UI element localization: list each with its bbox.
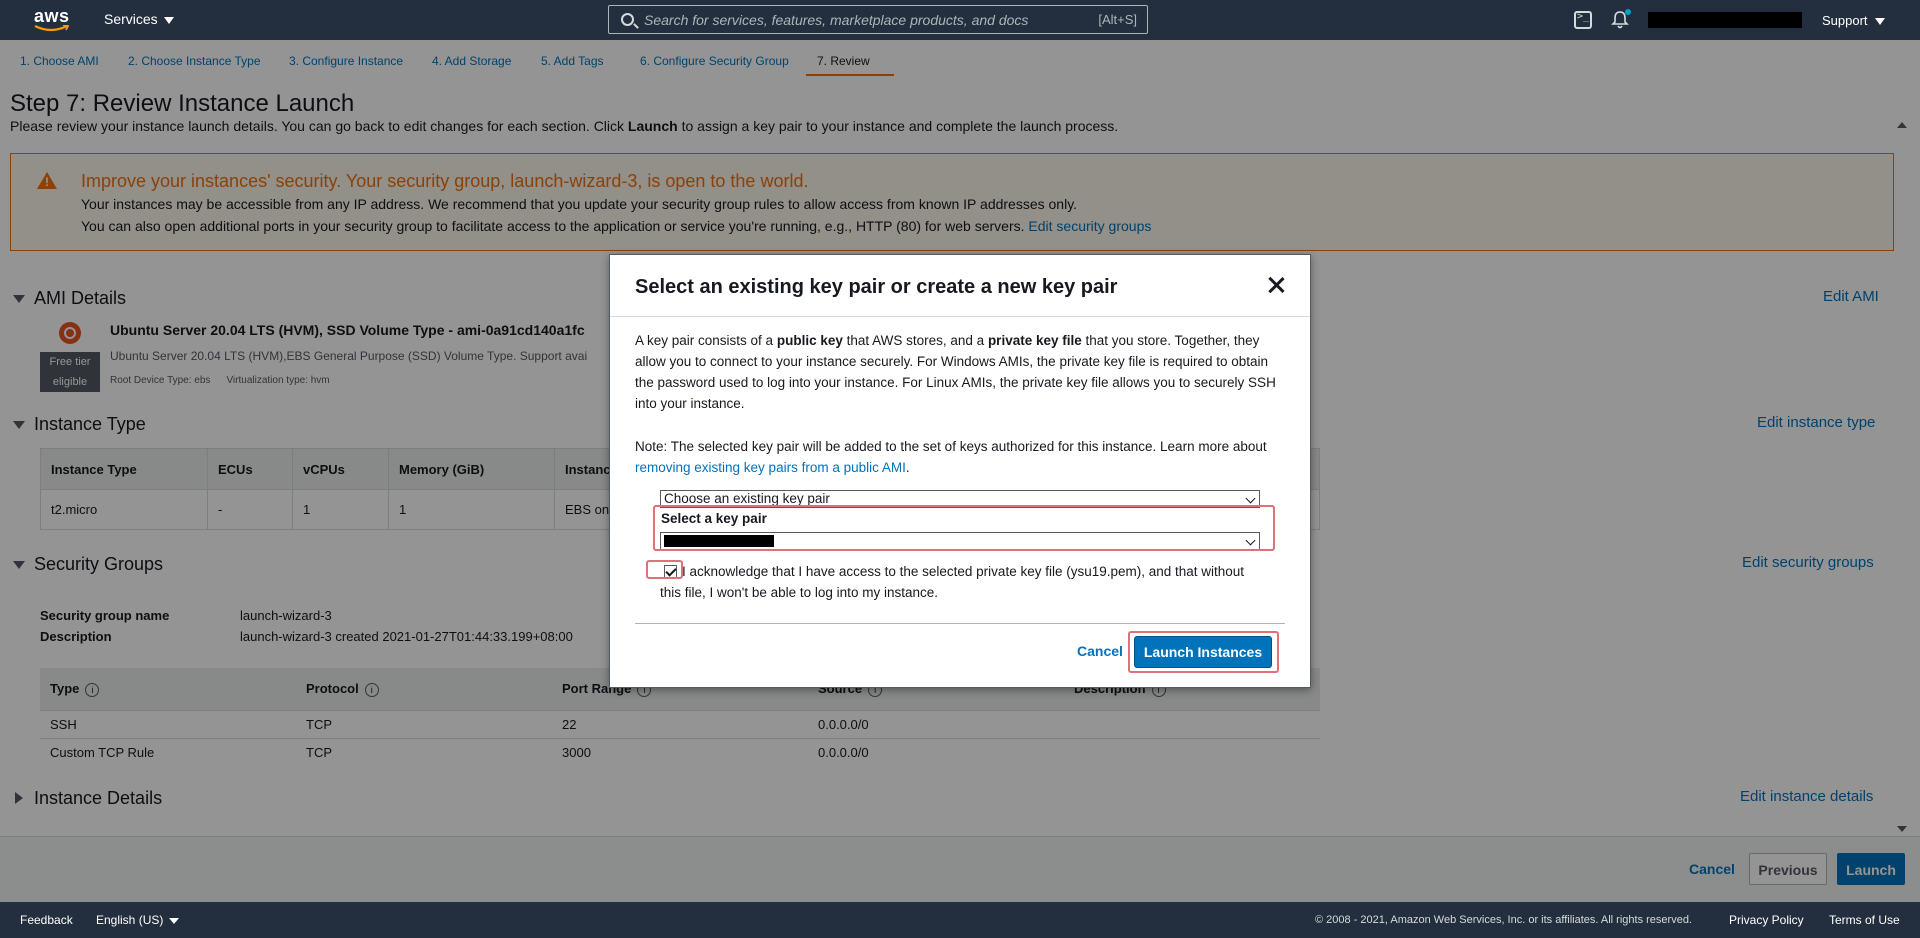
- caret-down-icon: [1874, 18, 1885, 26]
- copyright: © 2008 - 2021, Amazon Web Services, Inc.…: [1315, 914, 1692, 926]
- language-label: English (US): [96, 913, 164, 927]
- aws-smile-icon: [34, 25, 70, 32]
- aws-logo-text: aws: [34, 6, 70, 26]
- note-end: .: [905, 460, 910, 475]
- dialog-divider: [635, 623, 1285, 624]
- explanation-text: A key pair consists of a: [635, 333, 777, 348]
- chevron-down-icon: [1245, 493, 1256, 504]
- acknowledge-text: I acknowledge that I have access to the …: [660, 564, 1245, 600]
- dialog-header: Select an existing key pair or create a …: [610, 255, 1310, 317]
- support-label: Support: [1822, 13, 1868, 28]
- dialog-cancel-button[interactable]: Cancel: [1077, 643, 1123, 659]
- footer: Feedback English (US) © 2008 - 2021, Ama…: [0, 902, 1920, 938]
- search-icon: [621, 13, 634, 26]
- key-pair-option-value: Choose an existing key pair: [664, 491, 830, 506]
- account-menu[interactable]: [1648, 12, 1802, 28]
- privacy-policy-link[interactable]: Privacy Policy: [1729, 913, 1804, 927]
- close-icon[interactable]: [1266, 275, 1286, 295]
- language-selector[interactable]: English (US): [96, 913, 180, 927]
- search-bar[interactable]: Search for services, features, marketpla…: [608, 5, 1148, 34]
- cloudshell-icon[interactable]: [1574, 11, 1592, 29]
- services-menu[interactable]: Services: [104, 11, 174, 27]
- search-placeholder: Search for services, features, marketpla…: [644, 12, 1029, 28]
- search-shortcut: [Alt+S]: [1098, 12, 1137, 27]
- removing-key-pairs-link[interactable]: removing existing key pairs from a publi…: [635, 460, 906, 475]
- highlight-key-pair-select: [653, 505, 1275, 551]
- dialog-title: Select an existing key pair or create a …: [635, 276, 1118, 298]
- explanation-bold-private-key: private key file: [987, 333, 1082, 348]
- highlight-launch-instances: [1128, 631, 1279, 673]
- top-nav: aws Services Search for services, featur…: [0, 0, 1920, 40]
- notification-dot: [1625, 9, 1631, 15]
- aws-logo[interactable]: aws: [34, 6, 74, 34]
- feedback-link[interactable]: Feedback: [20, 913, 73, 927]
- explanation-bold-public-key: public key: [776, 333, 843, 348]
- explanation-text: that AWS stores, and a: [842, 333, 988, 348]
- services-label: Services: [104, 11, 158, 27]
- terms-of-use-link[interactable]: Terms of Use: [1829, 913, 1900, 927]
- note-text: Note: The selected key pair will be adde…: [635, 439, 1267, 454]
- key-pair-note: Note: The selected key pair will be adde…: [635, 436, 1285, 478]
- caret-down-icon: [169, 917, 180, 924]
- key-pair-dialog: Select an existing key pair or create a …: [609, 254, 1311, 688]
- key-pair-explanation: A key pair consists of a public key that…: [635, 330, 1285, 414]
- caret-down-icon: [163, 16, 174, 24]
- support-menu[interactable]: Support: [1822, 13, 1885, 28]
